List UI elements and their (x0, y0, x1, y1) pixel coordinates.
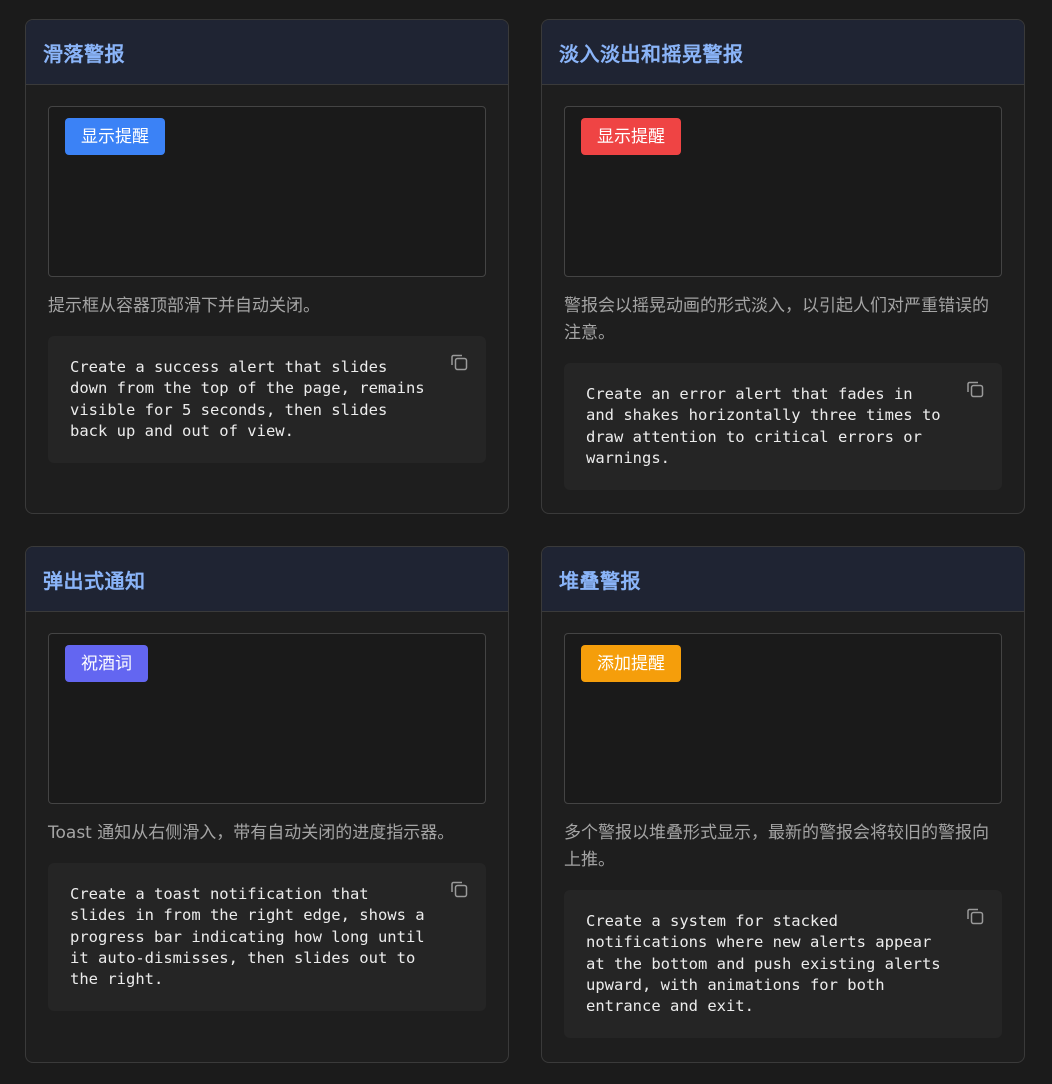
demo-area: 显示提醒 (48, 106, 486, 277)
demo-area: 显示提醒 (564, 106, 1002, 277)
card-slide-alert: 滑落警报 显示提醒 提示框从容器顶部滑下并自动关闭。 Create a succ… (25, 19, 509, 514)
card-title: 弹出式通知 (43, 568, 146, 593)
copy-icon[interactable] (965, 379, 985, 399)
demo-area: 祝酒词 (48, 633, 486, 804)
prompt-block: Create a system for stacked notification… (564, 890, 1002, 1039)
show-alert-button[interactable]: 显示提醒 (581, 118, 681, 155)
copy-icon[interactable] (965, 906, 985, 926)
card-toast-notification: 弹出式通知 祝酒词 Toast 通知从右侧滑入，带有自动关闭的进度指示器。 Cr… (25, 546, 509, 1063)
card-description: 提示框从容器顶部滑下并自动关闭。 (48, 296, 320, 316)
show-alert-button[interactable]: 显示提醒 (65, 118, 165, 155)
toast-button[interactable]: 祝酒词 (65, 645, 148, 682)
card-header: 弹出式通知 (26, 547, 508, 612)
card-body: 添加提醒 多个警报以堆叠形式显示，最新的警报会将较旧的警报向上推。 Create… (542, 612, 1024, 1039)
prompt-text: Create a success alert that slides down … (70, 358, 425, 440)
card-title: 堆叠警报 (559, 568, 641, 593)
prompt-text: Create a system for stacked notification… (586, 912, 941, 1016)
card-header: 堆叠警报 (542, 547, 1024, 612)
card-header: 淡入淡出和摇晃警报 (542, 20, 1024, 85)
prompt-block: Create an error alert that fades in and … (564, 363, 1002, 491)
card-description: 多个警报以堆叠形式显示，最新的警报会将较旧的警报向上推。 (564, 823, 989, 870)
copy-icon[interactable] (449, 352, 469, 372)
card-body: 显示提醒 警报会以摇晃动画的形式淡入，以引起人们对严重错误的注意。 Create… (542, 85, 1024, 491)
card-stacked-alerts: 堆叠警报 添加提醒 多个警报以堆叠形式显示，最新的警报会将较旧的警报向上推。 C… (541, 546, 1025, 1063)
card-fade-shake-alert: 淡入淡出和摇晃警报 显示提醒 警报会以摇晃动画的形式淡入，以引起人们对严重错误的… (541, 19, 1025, 514)
add-alert-button[interactable]: 添加提醒 (581, 645, 681, 682)
prompt-block: Create a toast notification that slides … (48, 863, 486, 1012)
copy-icon[interactable] (449, 879, 469, 899)
card-description: Toast 通知从右侧滑入，带有自动关闭的进度指示器。 (48, 823, 455, 843)
card-description: 警报会以摇晃动画的形式淡入，以引起人们对严重错误的注意。 (564, 296, 989, 343)
card-header: 滑落警报 (26, 20, 508, 85)
demo-area: 添加提醒 (564, 633, 1002, 804)
card-title: 滑落警报 (43, 41, 125, 66)
prompt-text: Create an error alert that fades in and … (586, 385, 941, 467)
cards-grid: 滑落警报 显示提醒 提示框从容器顶部滑下并自动关闭。 Create a succ… (0, 0, 1052, 1084)
card-body: 祝酒词 Toast 通知从右侧滑入，带有自动关闭的进度指示器。 Create a… (26, 612, 508, 1012)
prompt-block: Create a success alert that slides down … (48, 336, 486, 464)
card-title: 淡入淡出和摇晃警报 (559, 41, 744, 66)
prompt-text: Create a toast notification that slides … (70, 885, 425, 989)
card-body: 显示提醒 提示框从容器顶部滑下并自动关闭。 Create a success a… (26, 85, 508, 464)
